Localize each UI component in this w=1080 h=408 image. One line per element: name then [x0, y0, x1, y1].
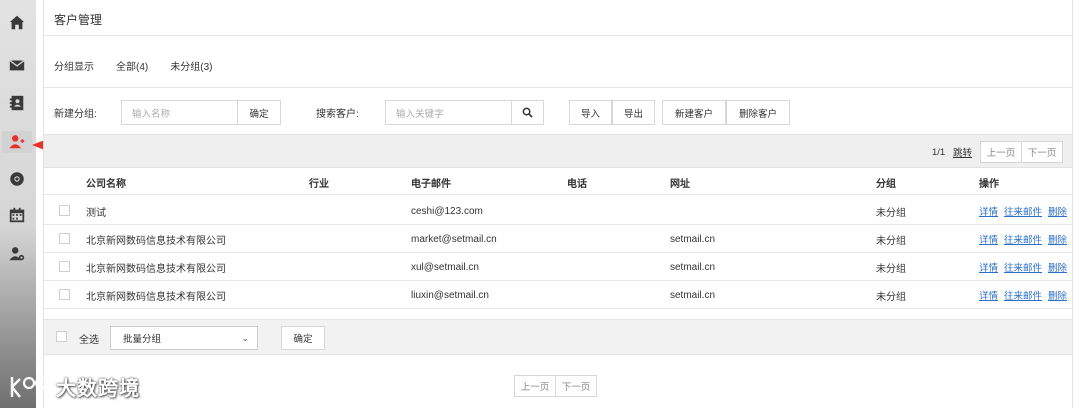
bottom-next-page-button[interactable]: 下一页 [555, 375, 597, 397]
top-pager-bar: 1/1 跳转 上一页 下一页 [44, 134, 1072, 168]
toolbar: 新建分组: 输入名称 确定 搜索客户: 输入关键字 导入 导出 新建客户 删除客… [54, 100, 1064, 125]
batch-group-select[interactable]: 批量分组 ⌄ [110, 326, 258, 350]
search-input[interactable]: 输入关键字 [385, 100, 513, 125]
contacts-icon[interactable] [6, 92, 28, 114]
cell-company: 北京新网数码信息技术有限公司 [86, 235, 226, 247]
watermark-logo: 大数跨境 [8, 372, 140, 401]
create-group-confirm-button[interactable]: 确定 [237, 100, 281, 125]
calendar-icon[interactable] [6, 204, 28, 226]
batch-group-confirm-button[interactable]: 确定 [281, 326, 325, 350]
mail-history-link[interactable]: 往来邮件 [1004, 232, 1042, 246]
row-actions: 详情 往来邮件 删除 [979, 225, 1067, 253]
batch-group-selected: 批量分组 [123, 334, 162, 345]
row-actions: 详情 往来邮件 删除 [979, 197, 1067, 225]
header-group: 分组 [876, 178, 896, 190]
detail-link[interactable]: 详情 [979, 232, 998, 246]
row-checkbox[interactable] [59, 233, 70, 244]
export-button[interactable]: 导出 [612, 100, 655, 125]
prev-page-button[interactable]: 上一页 [980, 141, 1022, 163]
cell-website: setmail.cn [670, 289, 716, 301]
delete-link[interactable]: 删除 [1048, 288, 1067, 302]
row-actions: 详情 往来邮件 删除 [979, 281, 1067, 309]
mail-history-link[interactable]: 往来邮件 [1004, 204, 1042, 218]
table-row: 北京新网数码信息技术有限公司 xul@setmail.cn setmail.cn 未分… [44, 253, 1072, 281]
page-info: 1/1 [932, 146, 946, 158]
row-checkbox[interactable] [59, 261, 70, 272]
detail-link[interactable]: 详情 [979, 288, 998, 302]
table-row: 北京新网数码信息技术有限公司 liuxin@setmail.cn setmail.c… [44, 281, 1072, 309]
table-row: 测试 ceshi@123.com 未分组 详情 往来邮件 删除 [44, 197, 1072, 225]
header-phone: 电话 [567, 178, 587, 190]
detail-link[interactable]: 详情 [979, 260, 998, 274]
new-group-label: 新建分组: [54, 109, 97, 120]
cell-company: 北京新网数码信息技术有限公司 [86, 263, 226, 275]
divider [44, 35, 1072, 36]
cell-website: setmail.cn [670, 261, 716, 273]
cell-group: 未分组 [876, 235, 906, 247]
home-icon[interactable] [6, 12, 28, 34]
main-panel: 客户管理 分组显示 全部(4) 未分组(3) 新建分组: 输入名称 确定 搜索客… [43, 0, 1073, 408]
mail-icon[interactable] [6, 54, 28, 76]
page-title: 客户管理 [54, 13, 103, 27]
cell-company: 测试 [86, 207, 106, 219]
header-website: 网址 [670, 178, 690, 190]
lifebuoy-icon[interactable] [6, 168, 28, 190]
watermark-icon [10, 376, 48, 398]
delete-link[interactable]: 删除 [1048, 232, 1067, 246]
search-customer-label: 搜索客户: [316, 109, 359, 120]
left-sidebar [0, 0, 36, 408]
row-actions: 详情 往来邮件 删除 [979, 253, 1067, 281]
delete-link[interactable]: 删除 [1048, 260, 1067, 274]
import-button[interactable]: 导入 [569, 100, 612, 125]
group-filter-bar: 分组显示 全部(4) 未分组(3) [54, 58, 212, 73]
batch-action-bar: 全选 批量分组 ⌄ 确定 [44, 319, 1072, 355]
bottom-prev-page-button[interactable]: 上一页 [514, 375, 556, 397]
group-filter-ungrouped[interactable]: 未分组(3) [170, 58, 212, 73]
cell-group: 未分组 [876, 291, 906, 303]
detail-link[interactable]: 详情 [979, 204, 998, 218]
new-customer-button[interactable]: 新建客户 [662, 100, 726, 125]
select-all-checkbox[interactable] [56, 331, 67, 342]
cell-group: 未分组 [876, 263, 906, 275]
cell-website: setmail.cn [670, 233, 716, 245]
table-row: 北京新网数码信息技术有限公司 market@setmail.cn setmail.c… [44, 225, 1072, 253]
search-button[interactable] [511, 100, 544, 125]
jump-link[interactable]: 跳转 [953, 135, 972, 169]
row-checkbox[interactable] [59, 289, 70, 300]
divider [44, 87, 1072, 88]
group-display-label: 分组显示 [54, 62, 94, 73]
header-industry: 行业 [309, 178, 329, 190]
header-actions: 操作 [979, 178, 999, 190]
header-email: 电子邮件 [411, 178, 451, 190]
cell-email: liuxin@setmail.cn [411, 289, 489, 301]
cell-email: market@setmail.cn [411, 233, 497, 245]
delete-customer-button[interactable]: 删除客户 [726, 100, 790, 125]
select-all-label: 全选 [79, 334, 99, 346]
next-page-button[interactable]: 下一页 [1021, 141, 1063, 163]
mail-history-link[interactable]: 往来邮件 [1004, 260, 1042, 274]
search-icon [522, 107, 533, 118]
group-name-input[interactable]: 输入名称 [121, 100, 239, 125]
row-checkbox[interactable] [59, 205, 70, 216]
table-header: 公司名称 行业 电子邮件 电话 网址 分组 操作 [44, 169, 1072, 195]
user-settings-icon[interactable] [6, 243, 28, 265]
delete-link[interactable]: 删除 [1048, 204, 1067, 218]
cell-group: 未分组 [876, 207, 906, 219]
cell-email: ceshi@123.com [411, 205, 483, 217]
header-company: 公司名称 [86, 178, 126, 190]
cell-company: 北京新网数码信息技术有限公司 [86, 291, 226, 303]
mail-history-link[interactable]: 往来邮件 [1004, 288, 1042, 302]
cell-email: xul@setmail.cn [411, 261, 479, 273]
chevron-down-icon: ⌄ [241, 333, 249, 343]
group-filter-all[interactable]: 全部(4) [116, 58, 148, 73]
watermark-text: 大数跨境 [56, 378, 140, 400]
customer-icon[interactable] [2, 131, 32, 153]
